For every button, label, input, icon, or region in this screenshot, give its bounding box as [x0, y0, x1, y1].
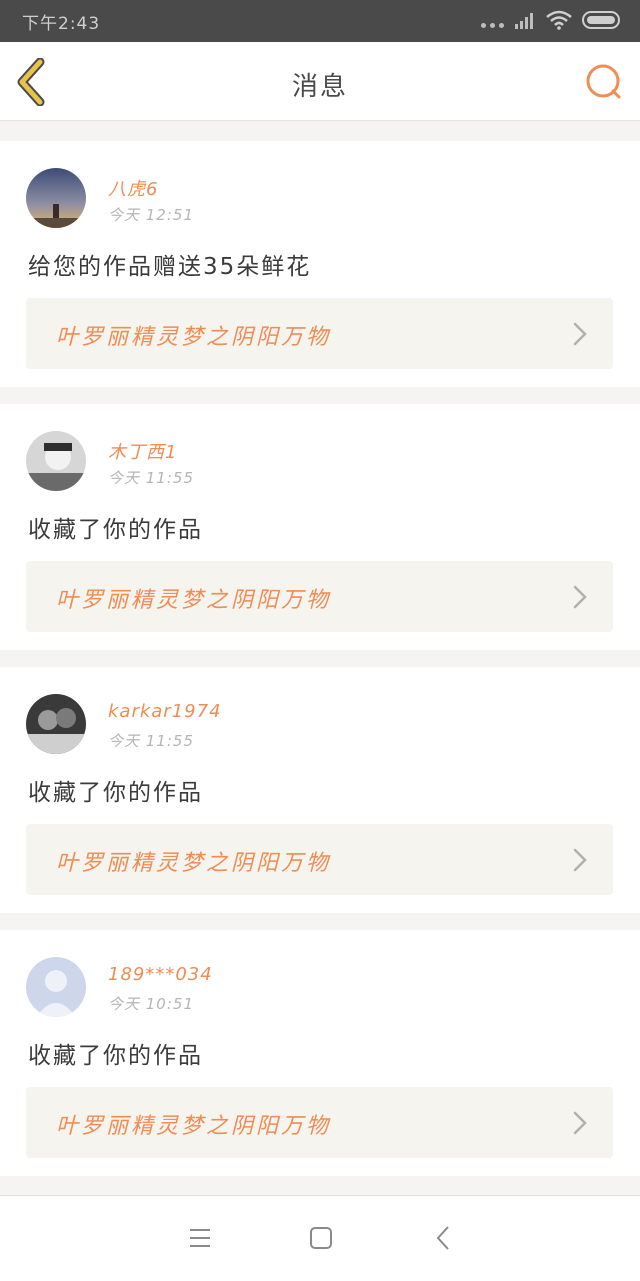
more-dots-icon	[481, 22, 504, 28]
message-card: 189***034 今天 10:51 收藏了你的作品 叶罗丽精灵梦之阴阳万物	[0, 930, 640, 1176]
status-bar: 下午2:43	[0, 0, 640, 42]
message-text: 给您的作品赠送35朵鲜花	[28, 254, 312, 280]
status-time: 下午2:43	[22, 14, 101, 34]
work-link[interactable]: 叶罗丽精灵梦之阴阳万物	[26, 561, 613, 632]
message-card: 八虎6 今天 12:51 给您的作品赠送35朵鲜花 叶罗丽精灵梦之阴阳万物	[0, 141, 640, 387]
wifi-icon	[546, 10, 572, 30]
chevron-right-icon	[573, 322, 587, 346]
system-nav-bar	[0, 1195, 640, 1281]
username[interactable]: 木丁西1	[108, 438, 177, 464]
work-title: 叶罗丽精灵梦之阴阳万物	[56, 588, 332, 613]
message-card: 木丁西1 今天 11:55 收藏了你的作品 叶罗丽精灵梦之阴阳万物	[0, 404, 640, 650]
signal-icon	[515, 13, 533, 29]
avatar[interactable]	[26, 694, 86, 754]
chevron-right-icon	[573, 585, 587, 609]
search-button[interactable]	[584, 62, 624, 102]
avatar[interactable]	[26, 431, 86, 491]
chevron-right-icon	[573, 848, 587, 872]
message-list: 八虎6 今天 12:51 给您的作品赠送35朵鲜花 叶罗丽精灵梦之阴阳万物 木丁…	[0, 141, 640, 1193]
username[interactable]: 189***034	[108, 964, 213, 985]
timestamp: 今天 11:55	[108, 469, 194, 487]
timestamp: 今天 12:51	[108, 206, 194, 224]
username[interactable]: karkar1974	[108, 701, 222, 722]
timestamp: 今天 11:55	[108, 732, 194, 750]
message-text: 收藏了你的作品	[28, 1043, 203, 1069]
work-title: 叶罗丽精灵梦之阴阳万物	[56, 851, 332, 876]
menu-button[interactable]	[185, 1223, 215, 1253]
search-icon	[586, 64, 621, 99]
nav-back-button[interactable]	[428, 1223, 458, 1253]
work-link[interactable]: 叶罗丽精灵梦之阴阳万物	[26, 298, 613, 369]
page-title: 消息	[291, 72, 348, 102]
work-title: 叶罗丽精灵梦之阴阳万物	[56, 325, 332, 350]
menu-icon	[190, 1229, 210, 1247]
work-link[interactable]: 叶罗丽精灵梦之阴阳万物	[26, 1087, 613, 1158]
message-text: 收藏了你的作品	[28, 517, 203, 543]
avatar[interactable]	[26, 957, 86, 1017]
username[interactable]: 八虎6	[108, 175, 158, 201]
work-link[interactable]: 叶罗丽精灵梦之阴阳万物	[26, 824, 613, 895]
chevron-right-icon	[573, 1111, 587, 1135]
work-title: 叶罗丽精灵梦之阴阳万物	[56, 1114, 332, 1139]
message-text: 收藏了你的作品	[28, 780, 203, 806]
back-triangle-icon	[436, 1226, 449, 1250]
timestamp: 今天 10:51	[108, 995, 194, 1013]
avatar[interactable]	[26, 168, 86, 228]
home-button[interactable]	[306, 1223, 336, 1253]
app-header: 消息	[0, 42, 640, 121]
home-square-icon	[310, 1227, 332, 1249]
status-icons	[481, 10, 622, 30]
battery-icon	[582, 11, 620, 29]
message-card: karkar1974 今天 11:55 收藏了你的作品 叶罗丽精灵梦之阴阳万物	[0, 667, 640, 913]
